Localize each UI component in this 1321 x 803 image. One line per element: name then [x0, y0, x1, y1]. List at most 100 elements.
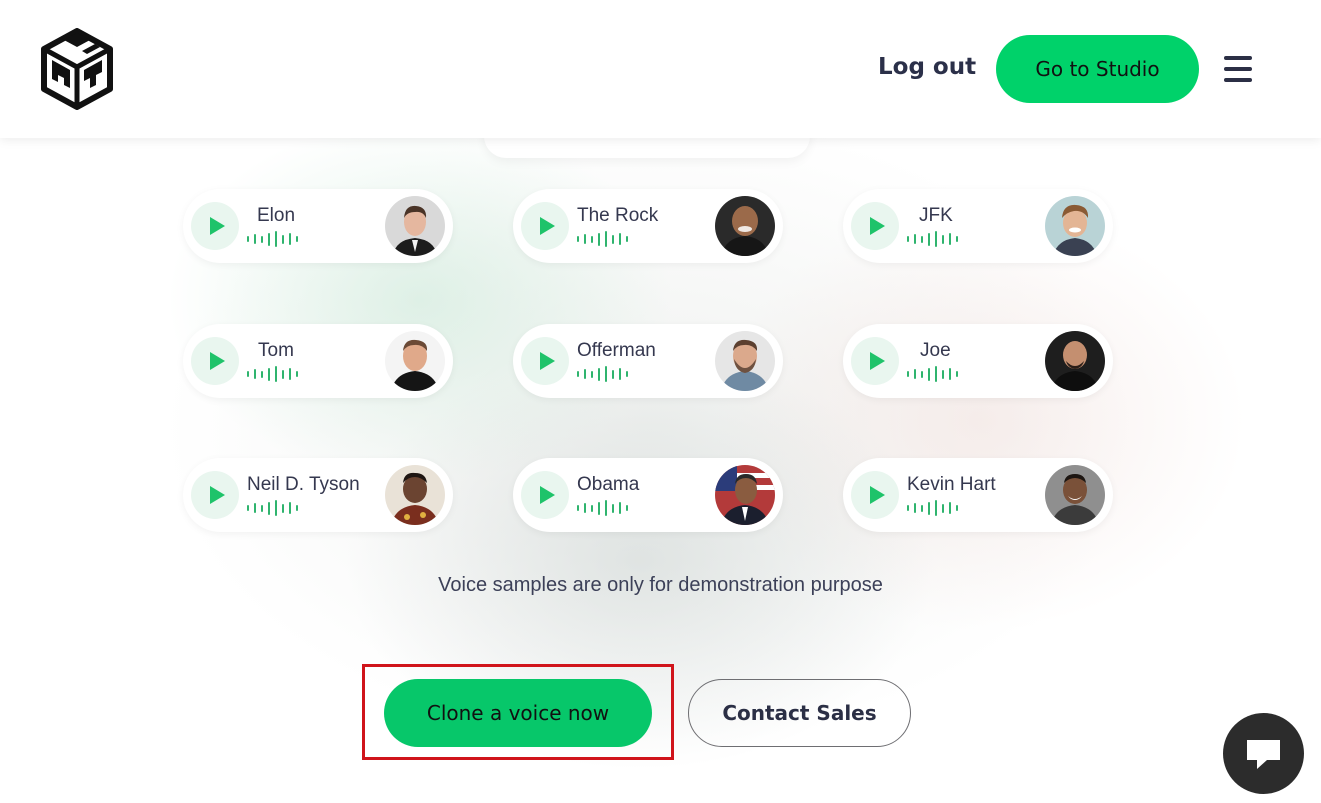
waveform-bar: [261, 235, 263, 243]
play-icon[interactable]: [191, 337, 239, 385]
waveform-bar: [956, 505, 958, 511]
play-icon[interactable]: [851, 471, 899, 519]
avatar-tom: [385, 331, 445, 391]
waveform-icon: [247, 366, 303, 382]
waveform-bar: [914, 234, 916, 244]
waveform-bar: [584, 234, 586, 244]
waveform-bar: [289, 368, 291, 380]
voice-card-the-rock[interactable]: The Rock: [513, 189, 783, 263]
waveform-bar: [914, 503, 916, 513]
play-icon[interactable]: [521, 337, 569, 385]
hamburger-menu-icon[interactable]: [1222, 54, 1254, 84]
voice-card-joe[interactable]: Joe: [843, 324, 1113, 398]
voice-name: Kevin Hart: [907, 474, 996, 495]
waveform-bar: [268, 367, 270, 381]
waveform-bar: [956, 236, 958, 242]
waveform-bar: [612, 369, 614, 379]
waveform-bar: [949, 233, 951, 245]
waveform-bar: [261, 370, 263, 378]
waveform-bar: [598, 501, 600, 515]
waveform-bar: [921, 370, 923, 378]
waveform-bar: [942, 503, 944, 513]
waveform-bar: [921, 504, 923, 512]
waveform-bar: [268, 232, 270, 246]
avatar-the-rock: [715, 196, 775, 256]
waveform-bar: [296, 236, 298, 242]
waveform-bar: [626, 236, 628, 242]
waveform-icon: [247, 231, 303, 247]
voice-card-jfk[interactable]: JFK: [843, 189, 1113, 263]
avatar-obama: [715, 465, 775, 525]
clone-voice-button[interactable]: Clone a voice now: [384, 679, 652, 747]
waveform-bar: [289, 502, 291, 514]
play-icon[interactable]: [191, 471, 239, 519]
voice-card-neil-d-tyson[interactable]: Neil D. Tyson: [183, 458, 453, 532]
waveform-bar: [296, 371, 298, 377]
waveform-bar: [605, 500, 607, 516]
avatar-kevin-hart: [1045, 465, 1105, 525]
voice-name: Offerman: [577, 340, 656, 361]
waveform-bar: [247, 371, 249, 377]
voice-card-tom[interactable]: Tom: [183, 324, 453, 398]
waveform-bar: [928, 232, 930, 246]
play-icon[interactable]: [851, 202, 899, 250]
waveform-bar: [605, 366, 607, 382]
contact-sales-button[interactable]: Contact Sales: [688, 679, 911, 747]
waveform-bar: [605, 231, 607, 247]
waveform-bar: [949, 502, 951, 514]
waveform-bar: [626, 505, 628, 511]
avatar-jfk: [1045, 196, 1105, 256]
play-icon[interactable]: [191, 202, 239, 250]
waveform-bar: [907, 505, 909, 511]
voice-card-kevin-hart[interactable]: Kevin Hart: [843, 458, 1113, 532]
avatar-elon: [385, 196, 445, 256]
waveform-bar: [254, 369, 256, 379]
voice-name: Obama: [577, 474, 640, 495]
avatar-offerman: [715, 331, 775, 391]
waveform-bar: [584, 503, 586, 513]
waveform-bar: [935, 366, 937, 382]
waveform-bar: [921, 235, 923, 243]
waveform-bar: [282, 234, 284, 244]
waveform-bar: [275, 500, 277, 516]
waveform-bar: [254, 503, 256, 513]
waveform-bar: [935, 231, 937, 247]
waveform-icon: [577, 366, 633, 382]
waveform-bar: [907, 236, 909, 242]
waveform-bar: [577, 505, 579, 511]
waveform-bar: [577, 371, 579, 377]
voice-name: JFK: [919, 205, 953, 226]
waveform-bar: [942, 369, 944, 379]
avatar-neil-d-tyson: [385, 465, 445, 525]
waveform-bar: [289, 233, 291, 245]
voice-name: Joe: [920, 340, 951, 361]
chat-bubble-icon[interactable]: [1223, 713, 1304, 794]
waveform-bar: [942, 234, 944, 244]
waveform-bar: [598, 232, 600, 246]
voice-card-obama[interactable]: Obama: [513, 458, 783, 532]
waveform-bar: [619, 233, 621, 245]
waveform-icon: [907, 500, 963, 516]
waveform-bar: [254, 234, 256, 244]
waveform-icon: [907, 366, 963, 382]
waveform-bar: [275, 366, 277, 382]
waveform-bar: [598, 367, 600, 381]
waveform-bar: [577, 236, 579, 242]
voice-card-offerman[interactable]: Offerman: [513, 324, 783, 398]
cube-logo-icon[interactable]: [40, 28, 114, 110]
play-icon[interactable]: [851, 337, 899, 385]
waveform-bar: [261, 504, 263, 512]
waveform-bar: [612, 503, 614, 513]
go-to-studio-button[interactable]: Go to Studio: [996, 35, 1199, 103]
waveform-bar: [591, 370, 593, 378]
logout-link[interactable]: Log out: [878, 54, 976, 80]
waveform-bar: [282, 369, 284, 379]
waveform-bar: [591, 235, 593, 243]
play-icon[interactable]: [521, 471, 569, 519]
waveform-bar: [296, 505, 298, 511]
waveform-bar: [282, 503, 284, 513]
waveform-bar: [914, 369, 916, 379]
play-icon[interactable]: [521, 202, 569, 250]
waveform-bar: [591, 504, 593, 512]
voice-card-elon[interactable]: Elon: [183, 189, 453, 263]
